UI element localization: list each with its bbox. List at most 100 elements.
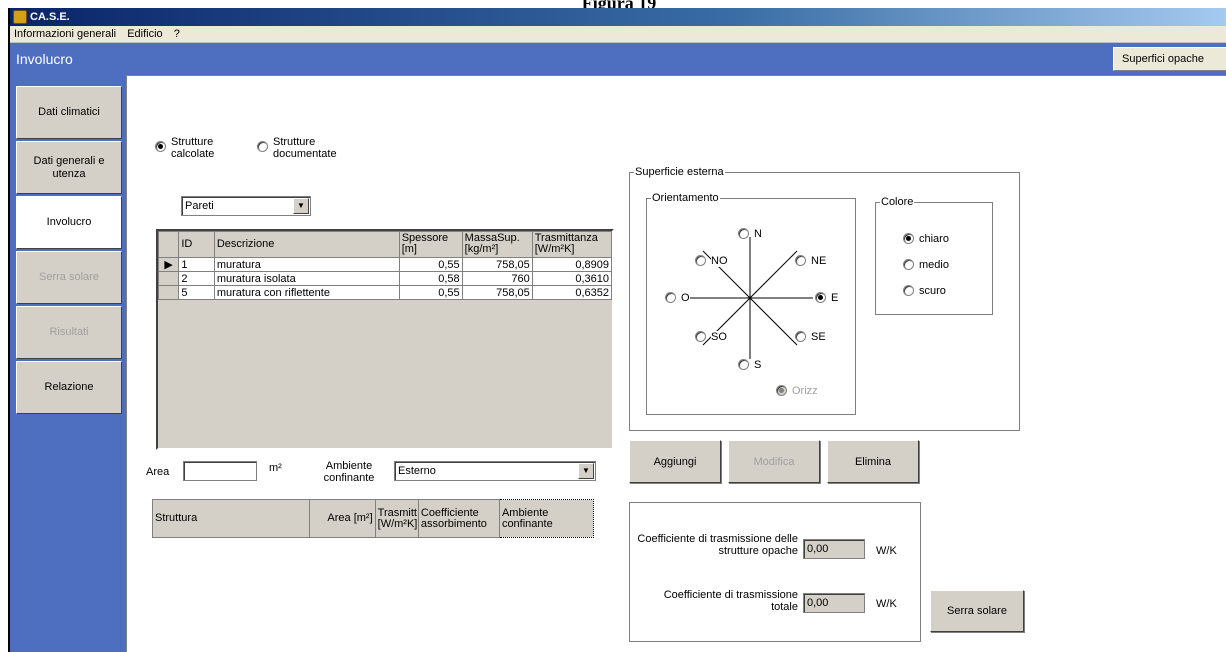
orient-se-radio[interactable] [795,331,806,342]
title-bar: CA.S.E. [10,8,1226,26]
orient-no-radio[interactable] [695,255,706,266]
menu-edificio[interactable]: Edificio [123,26,166,43]
grid-cell-id[interactable]: 2 [178,271,215,286]
colore-chiaro-radio[interactable] [903,233,914,244]
strutture-documentate-label: Strutture documentate [273,136,337,160]
compass-lines-icon [687,237,813,359]
table-row[interactable]: ▶ 1 muratura 0,55 758,05 0,8909 [158,257,612,272]
orient-o-radio[interactable] [665,292,676,303]
elimina-button[interactable]: Elimina [827,440,919,483]
strutture-documentate-radio[interactable] [257,141,268,152]
grid-cell-spessore[interactable]: 0,55 [398,285,463,300]
grid-header-descrizione[interactable]: Descrizione [213,231,400,258]
orient-e-label: E [831,292,839,304]
grid-cell-trasmittanza[interactable]: 0,8909 [531,257,612,272]
sidebar-item-relazione[interactable]: Relazione [16,361,122,414]
coeff-totale-unit: W/K [876,598,897,610]
menu-help[interactable]: ? [170,26,184,43]
area-label: Area [146,466,170,478]
chevron-down-icon[interactable]: ▼ [293,198,309,214]
grid-cell-spessore[interactable]: 0,58 [398,271,463,286]
colore-medio-radio[interactable] [903,259,914,270]
row-selector-icon[interactable]: ▶ [158,257,180,272]
grid-header-trasmittanza[interactable]: Trasmittanza [W/m²K] [531,231,612,258]
grid-cell-massa[interactable]: 760 [461,271,533,286]
orient-so-label: SO [711,331,727,343]
struttura-type-value: Pareti [185,200,214,212]
grid-cell-id[interactable]: 1 [178,257,215,272]
orient-so-radio[interactable] [695,331,706,342]
grid-cell-trasmittanza[interactable]: 0,6352 [531,285,612,300]
coeff-totale-label: Coefficiente di trasmissione totale [663,589,798,613]
main-content: Strutture calcolate Strutture documentat… [126,75,1226,652]
sidebar-item-dati-generali[interactable]: Dati generali e utenza [16,141,122,194]
row-selector[interactable] [158,271,180,286]
orient-e-radio[interactable] [815,292,826,303]
grid-cell-descrizione[interactable]: muratura con riflettente [213,285,400,300]
area-input[interactable] [183,461,257,481]
grid-cell-massa[interactable]: 758,05 [461,257,533,272]
grid-cell-massa[interactable]: 758,05 [461,285,533,300]
window-title: CA.S.E. [30,11,70,23]
superficie-esterna-title: Superficie esterna [634,166,725,178]
colore-scuro-label: scuro [919,285,946,297]
grid-corner [158,231,180,258]
sidebar: Dati climatici Dati generali e utenza In… [10,75,126,652]
menu-informazioni-generali[interactable]: Informazioni generali [10,26,120,43]
grid-cell-descrizione[interactable]: muratura isolata [213,271,400,286]
section-header: Involucro Superfici opache [10,43,1226,75]
grid-cell-spessore[interactable]: 0,55 [398,257,463,272]
grid-cell-id[interactable]: 5 [178,285,215,300]
app-window: CA.S.E. Informazioni generali Edificio ?… [8,8,1226,652]
row-selector[interactable] [158,285,180,300]
ambiente-confinante-label: Ambiente confinante [323,460,375,484]
sidebar-item-risultati[interactable]: Risultati [16,306,122,359]
strutture-calcolate-radio[interactable] [155,141,166,152]
menu-bar: Informazioni generali Edificio ? [10,26,1226,43]
table2-header-area[interactable]: Area [m²] [308,499,376,538]
colore-group: Colore chiaro medio scuro [875,196,993,315]
serra-solare-button[interactable]: Serra solare [930,590,1024,632]
orient-n-radio[interactable] [738,228,749,239]
struttura-type-select[interactable]: Pareti ▼ [181,196,311,216]
chevron-down-icon[interactable]: ▼ [578,463,594,479]
table-row[interactable]: 5 muratura con riflettente 0,55 758,05 0… [158,285,612,300]
coeff-totale-field: 0,00 [803,593,865,613]
coeff-opache-label: Coefficiente di trasmissione delle strut… [637,533,798,557]
modifica-button[interactable]: Modifica [728,440,820,483]
colore-chiaro-label: chiaro [919,233,949,245]
orient-no-label: NO [711,255,728,267]
grid-header-spessore[interactable]: Spessore [m] [398,231,463,258]
grid-cell-trasmittanza[interactable]: 0,3610 [531,271,612,286]
grid-header-id[interactable]: ID [178,231,215,258]
area-unit: m² [269,462,282,474]
table-row[interactable]: 2 muratura isolata 0,58 760 0,3610 [158,271,612,286]
grid-cell-descrizione[interactable]: muratura [213,257,400,272]
section-title: Involucro [16,51,73,67]
colore-scuro-radio[interactable] [903,285,914,296]
strutture-calcolate-label: Strutture calcolate [171,136,215,160]
table2-header-ambiente[interactable]: Ambiente confinante [498,499,595,538]
app-icon [13,10,27,24]
orient-se-label: SE [811,331,826,343]
table2-header-trasmittanza[interactable]: Trasmitt. [W/m²K] [374,499,419,538]
orient-o-label: O [681,292,690,304]
aggiungi-button[interactable]: Aggiungi [629,440,721,483]
ambiente-confinante-select[interactable]: Esterno ▼ [394,461,596,481]
coefficienti-group: Coefficiente di trasmissione delle strut… [629,502,921,642]
sidebar-item-dati-climatici[interactable]: Dati climatici [16,86,122,139]
orient-s-radio[interactable] [738,359,749,370]
orient-orizz-label: Orizz [792,385,818,397]
table2-header-coefficiente[interactable]: Coefficiente assorbimento [417,499,500,538]
grid-header-massa[interactable]: MassaSup. [kg/m²] [461,231,533,258]
table2-header-struttura[interactable]: Struttura [152,499,310,538]
superfici-opache-button[interactable]: Superfici opache [1113,47,1226,71]
orient-orizz-radio[interactable] [776,385,787,396]
orient-ne-label: NE [811,255,827,267]
sidebar-item-involucro[interactable]: Involucro [16,196,122,249]
sidebar-item-serra-solare[interactable]: Serra solare [16,251,122,304]
colore-title: Colore [880,196,915,208]
orient-ne-radio[interactable] [795,255,806,266]
orientamento-group: Orientamento N NO NE O E SO SE S Orizz [646,192,856,415]
superficie-esterna-group: Superficie esterna Orientamento N NO NE … [629,166,1020,431]
